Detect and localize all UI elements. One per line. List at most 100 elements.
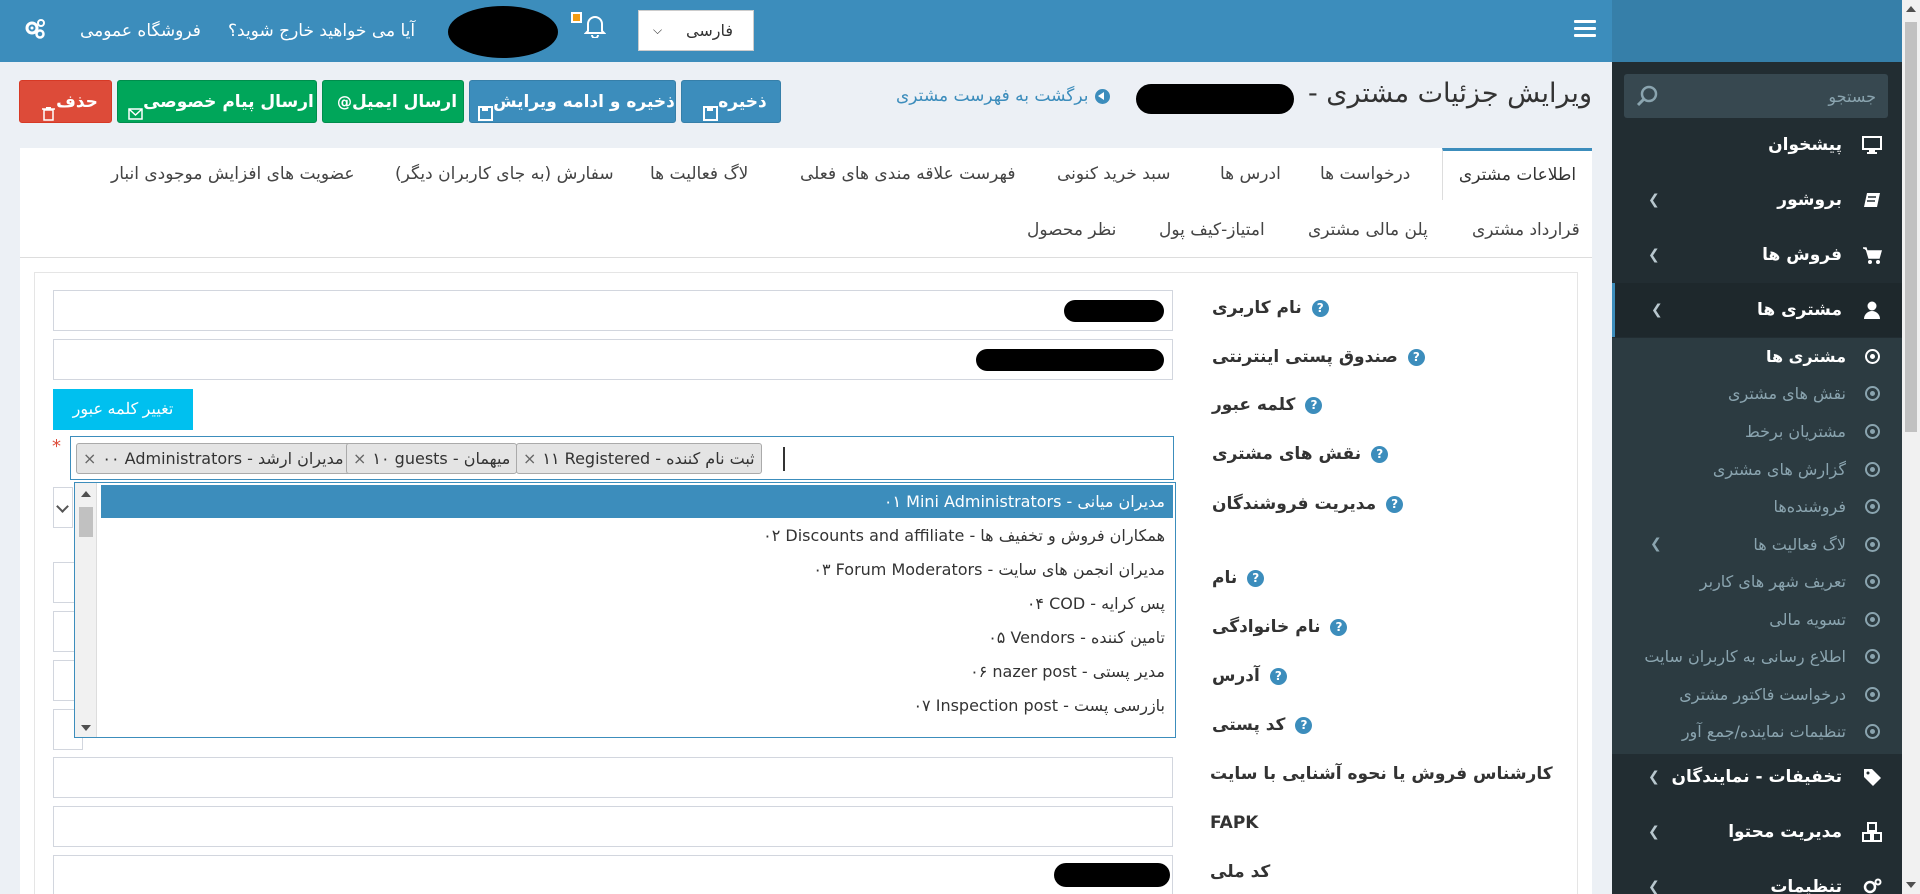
submenu-item[interactable]: فروشنده‌ها xyxy=(1612,488,1902,525)
remove-chip-icon[interactable]: × xyxy=(83,449,96,468)
save-button[interactable]: ذخیره xyxy=(681,80,781,123)
submenu-item[interactable]: نقش های مشتری xyxy=(1612,375,1902,412)
search-icon[interactable] xyxy=(1636,84,1660,108)
role-option[interactable]: ۰۷ Inspection post - بازرسی پست xyxy=(101,689,1173,722)
help-icon[interactable]: ? xyxy=(1295,716,1313,734)
national-code-field[interactable] xyxy=(53,855,1173,894)
tab-product-reviews[interactable]: نظر محصول xyxy=(1027,204,1116,256)
floppy-icon xyxy=(478,95,494,121)
username-field[interactable] xyxy=(53,290,1173,331)
scroll-up-icon[interactable] xyxy=(1906,6,1916,12)
email-field[interactable] xyxy=(53,339,1173,380)
role-option[interactable]: ۰۳ Forum Moderators - مدیران انجمن های س… xyxy=(101,553,1173,586)
submenu-label: مشتریان برخط xyxy=(1744,422,1846,441)
page-scrollbar[interactable] xyxy=(1902,0,1920,894)
submenu-item[interactable]: اطلاع رسانی به کاربران سایت xyxy=(1612,638,1902,675)
tab-wallet-points[interactable]: امتیاز-کیف پول xyxy=(1159,204,1265,256)
vendor-select[interactable] xyxy=(53,487,73,528)
back-to-list-link[interactable]: برگشت به فهرست مشتری xyxy=(896,86,1110,106)
submenu-label: تعریف شهر های کاربر xyxy=(1699,572,1846,591)
fapk-field[interactable] xyxy=(53,806,1173,847)
sidebar-item-customers[interactable]: مشتری ها ❮ xyxy=(1612,283,1902,337)
help-icon[interactable]: ? xyxy=(1330,618,1348,636)
role-option[interactable]: ۰۴ COD - پس کرایه xyxy=(101,587,1173,620)
menu-toggle-icon[interactable] xyxy=(1574,20,1596,40)
sidebar-item-label: فروش ها xyxy=(1762,245,1842,265)
tab-financial-plan[interactable]: پلن مالی مشتری xyxy=(1308,204,1428,256)
address-label: ?آدرس xyxy=(1212,666,1287,686)
submenu-item[interactable]: تنظیمات نماینده/جمع آور xyxy=(1612,713,1902,750)
at-icon: @ xyxy=(336,92,352,111)
language-select[interactable]: فارسی ⌵ xyxy=(638,10,754,51)
sidebar-item-label: تنظیمات xyxy=(1770,877,1842,894)
tab-wishlist[interactable]: فهرست علاقه مندی های فعلی xyxy=(800,148,1015,200)
help-icon[interactable]: ? xyxy=(1305,396,1323,414)
help-icon[interactable]: ? xyxy=(1371,445,1389,463)
sidebar-item-sales[interactable]: فروش ها ❮ xyxy=(1612,228,1902,282)
scroll-up-icon[interactable] xyxy=(81,491,91,497)
bell-icon[interactable] xyxy=(583,14,607,39)
tab-place-order[interactable]: سفارش (به جای کاربران دیگر) xyxy=(395,148,614,200)
customers-submenu: مشتری ها نقش های مشتری مشتریان برخط گزار… xyxy=(1612,338,1902,754)
sidebar-item-label: بروشور xyxy=(1777,190,1842,210)
submenu-item[interactable]: لاگ فعالیت ها ❮ xyxy=(1612,526,1902,563)
circle-dot-icon xyxy=(1865,537,1880,552)
required-asterisk: * xyxy=(52,436,61,457)
role-chip: × ۱۰ guests - میهمان xyxy=(346,443,518,474)
submenu-item[interactable]: تعریف شهر های کاربر xyxy=(1612,563,1902,600)
sidebar: پیشخوان بروشور ❮ فروش ها ❮ مشتری ها ❮ مش… xyxy=(1612,0,1902,894)
role-option[interactable]: ۰۲ Discounts and affiliate - همکاران فرو… xyxy=(101,519,1173,552)
help-icon[interactable]: ? xyxy=(1311,299,1329,317)
submenu-item[interactable]: درخواست فاکتور مشتری xyxy=(1612,676,1902,713)
tab-customer-info[interactable]: اطلاعات مشتری xyxy=(1442,148,1592,200)
submenu-item[interactable]: گزارش های مشتری xyxy=(1612,451,1902,488)
scrollbar-thumb[interactable] xyxy=(1905,22,1917,432)
avatar[interactable] xyxy=(448,6,558,58)
sidebar-item-dashboard[interactable]: پیشخوان xyxy=(1612,118,1902,172)
tab-activity-log[interactable]: لاگ فعالیت ها xyxy=(650,148,748,200)
scrollbar-thumb[interactable] xyxy=(79,507,93,537)
gear-icon[interactable] xyxy=(22,17,48,43)
scroll-down-icon[interactable] xyxy=(1906,882,1916,888)
role-option[interactable]: ۰۱ Mini Administrators - مدیران میانی xyxy=(101,485,1173,518)
logout-link[interactable]: آیا می خواهید خارج شوید؟ xyxy=(228,0,415,62)
sidebar-search xyxy=(1624,74,1888,118)
public-store-link[interactable]: فروشگاه عمومی xyxy=(80,0,201,62)
submenu-item[interactable]: تسویه مالی xyxy=(1612,601,1902,638)
remove-chip-icon[interactable]: × xyxy=(523,449,536,468)
tab-addresses[interactable]: ادرس ها xyxy=(1220,148,1281,200)
dropdown-scrollbar[interactable] xyxy=(75,483,97,737)
remove-chip-icon[interactable]: × xyxy=(353,449,366,468)
change-password-button[interactable]: تغییر کلمه عبور xyxy=(53,389,193,430)
role-chip: × ۱۱ Registered - ثبت نام کننده xyxy=(516,443,762,474)
help-icon[interactable]: ? xyxy=(1269,667,1287,685)
save-continue-button[interactable]: ذخیره و ادامه ویرایش xyxy=(469,80,676,123)
sidebar-item-discounts[interactable]: تخفیفات - نمایندگان ❮ xyxy=(1612,750,1902,804)
tab-requests[interactable]: درخواست ها xyxy=(1320,148,1410,200)
delete-button[interactable]: حذف xyxy=(19,80,112,123)
send-pm-button[interactable]: ارسال پیام خصوصی xyxy=(117,80,317,123)
sidebar-logo-area xyxy=(1612,0,1902,62)
submenu-label: تسویه مالی xyxy=(1769,610,1846,629)
tab-current-cart[interactable]: سبد خرید کنونی xyxy=(1057,148,1171,200)
submenu-item[interactable]: مشتری ها xyxy=(1612,338,1902,375)
help-icon[interactable]: ? xyxy=(1407,348,1425,366)
tab-customer-contract[interactable]: قرارداد مشتری xyxy=(1472,204,1580,256)
sales-expert-field[interactable] xyxy=(53,757,1173,798)
sidebar-item-brochure[interactable]: بروشور ❮ xyxy=(1612,173,1902,227)
role-option[interactable]: ۰۵ Vendors - تامین کننده xyxy=(101,621,1173,654)
help-icon[interactable]: ? xyxy=(1247,569,1265,587)
help-icon[interactable]: ? xyxy=(1386,495,1404,513)
chevron-left-icon: ❮ xyxy=(1648,879,1660,894)
roles-multiselect[interactable]: × ۰۰ Administrators - مدیران ارشد × ۱۰ gue… xyxy=(70,436,1174,480)
circle-dot-icon xyxy=(1865,724,1880,739)
submenu-item[interactable]: مشتریان برخط xyxy=(1612,413,1902,450)
tab-back-in-stock[interactable]: عضویت های افزایش موجودی انبار xyxy=(111,148,355,200)
scroll-down-icon[interactable] xyxy=(81,725,91,731)
sidebar-item-content[interactable]: مدیریت محتوا ❮ xyxy=(1612,805,1902,859)
chevron-left-icon: ❮ xyxy=(1648,824,1660,840)
send-email-button[interactable]: @ارسال ایمیل xyxy=(322,80,464,123)
sidebar-item-settings[interactable]: تنظیمات ❮ xyxy=(1612,860,1902,894)
role-option[interactable]: ۰۶ nazer post - مدیر پستی xyxy=(101,655,1173,688)
search-input[interactable] xyxy=(1676,74,1876,118)
